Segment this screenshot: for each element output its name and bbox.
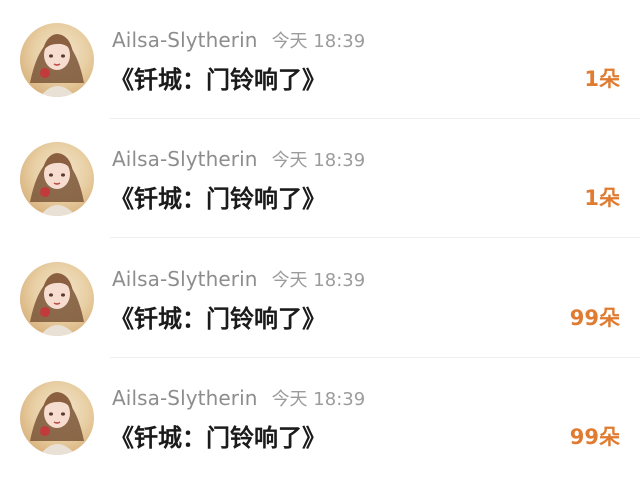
user-avatar-icon [30, 392, 84, 455]
item-meta: Ailsa-Slytherin 今天 18:39 [112, 146, 365, 174]
gift-count: 99朵 [569, 306, 620, 330]
list-item[interactable]: Ailsa-Slytherin 今天 18:39 《钎城：门铃响了》 99朵 [0, 239, 640, 358]
item-title[interactable]: 《钎城：门铃响了》 [110, 179, 326, 214]
timestamp: 今天 18:39 [271, 150, 366, 171]
timestamp: 今天 18:39 [271, 389, 366, 410]
list-item[interactable]: Ailsa-Slytherin 今天 18:39 《钎城：门铃响了》 99朵 [0, 358, 640, 477]
gift-count: 1朵 [584, 67, 620, 91]
list-item[interactable]: Ailsa-Slytherin 今天 18:39 《钎城：门铃响了》 1朵 [0, 0, 640, 119]
list-item[interactable]: Ailsa-Slytherin 今天 18:39 《钎城：门铃响了》 1朵 [0, 119, 640, 238]
username[interactable]: Ailsa-Slytherin [112, 386, 258, 410]
username[interactable]: Ailsa-Slytherin [112, 28, 258, 52]
avatar[interactable] [20, 23, 94, 97]
item-title[interactable]: 《钎城：门铃响了》 [110, 60, 326, 95]
gift-count: 1朵 [584, 186, 620, 210]
item-meta: Ailsa-Slytherin 今天 18:39 [112, 266, 365, 294]
avatar[interactable] [20, 142, 94, 216]
username[interactable]: Ailsa-Slytherin [112, 147, 258, 171]
divider [110, 237, 640, 238]
timestamp: 今天 18:39 [271, 270, 366, 291]
item-meta: Ailsa-Slytherin 今天 18:39 [112, 385, 365, 413]
item-meta: Ailsa-Slytherin 今天 18:39 [112, 27, 365, 55]
username[interactable]: Ailsa-Slytherin [112, 267, 258, 291]
item-title[interactable]: 《钎城：门铃响了》 [110, 418, 326, 453]
avatar[interactable] [20, 262, 94, 336]
user-avatar-icon [30, 153, 84, 216]
gift-record-list: Ailsa-Slytherin 今天 18:39 《钎城：门铃响了》 1朵 Ail… [0, 0, 640, 496]
avatar[interactable] [20, 381, 94, 455]
item-title[interactable]: 《钎城：门铃响了》 [110, 299, 326, 334]
gift-count: 99朵 [569, 425, 620, 449]
user-avatar-icon [30, 273, 84, 336]
user-avatar-icon [30, 34, 84, 97]
timestamp: 今天 18:39 [271, 31, 366, 52]
